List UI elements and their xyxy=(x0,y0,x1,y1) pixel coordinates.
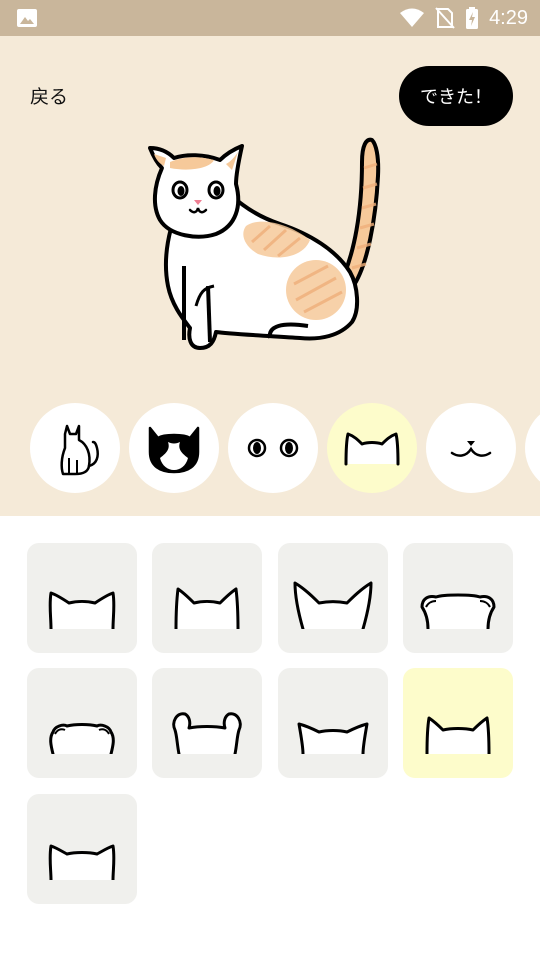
ear-option-2[interactable] xyxy=(152,543,262,653)
ear-style-1-icon xyxy=(48,591,116,629)
gallery-icon xyxy=(17,9,37,27)
ear-style-9-icon xyxy=(48,844,116,880)
ear-style-7-icon xyxy=(297,722,369,754)
battery-charging-icon xyxy=(466,7,479,29)
category-mouth[interactable] xyxy=(426,403,516,493)
cat-ears-icon xyxy=(344,432,400,466)
done-button[interactable]: できた！ xyxy=(399,66,513,126)
status-icons: 4:29 xyxy=(399,0,528,36)
ear-style-2-icon xyxy=(174,587,240,629)
category-row xyxy=(0,403,540,495)
wifi-icon xyxy=(400,8,425,27)
ear-style-4-icon xyxy=(420,593,496,629)
category-more[interactable] xyxy=(525,403,540,493)
cat-eyes-icon xyxy=(247,438,299,458)
no-sim-icon xyxy=(435,7,455,29)
cat-preview xyxy=(148,137,381,350)
category-ears[interactable] xyxy=(327,403,417,493)
back-button[interactable]: 戻る xyxy=(30,82,68,109)
editor-area: 戻る できた！ xyxy=(0,36,540,516)
ear-option-6[interactable] xyxy=(152,668,262,778)
ear-option-4[interactable] xyxy=(403,543,513,653)
ear-option-7[interactable] xyxy=(278,668,388,778)
cat-mouth-icon xyxy=(450,441,492,457)
status-time: 4:29 xyxy=(489,6,528,29)
ear-style-5-icon xyxy=(49,723,115,754)
ear-style-3-icon xyxy=(293,581,373,629)
ear-option-1[interactable] xyxy=(27,543,137,653)
category-eyes[interactable] xyxy=(228,403,318,493)
ear-option-8[interactable] xyxy=(403,668,513,778)
category-pattern[interactable] xyxy=(129,403,219,493)
cat-pattern-icon xyxy=(148,426,200,474)
ear-option-9[interactable] xyxy=(27,794,137,904)
ear-option-3[interactable] xyxy=(278,543,388,653)
category-body[interactable] xyxy=(30,403,120,493)
status-bar: 4:29 xyxy=(0,0,540,36)
ear-option-5[interactable] xyxy=(27,668,137,778)
cat-body-icon xyxy=(60,424,99,476)
ear-style-8-icon xyxy=(425,716,491,754)
ear-style-6-icon xyxy=(172,712,242,754)
ear-options-grid xyxy=(0,516,540,960)
